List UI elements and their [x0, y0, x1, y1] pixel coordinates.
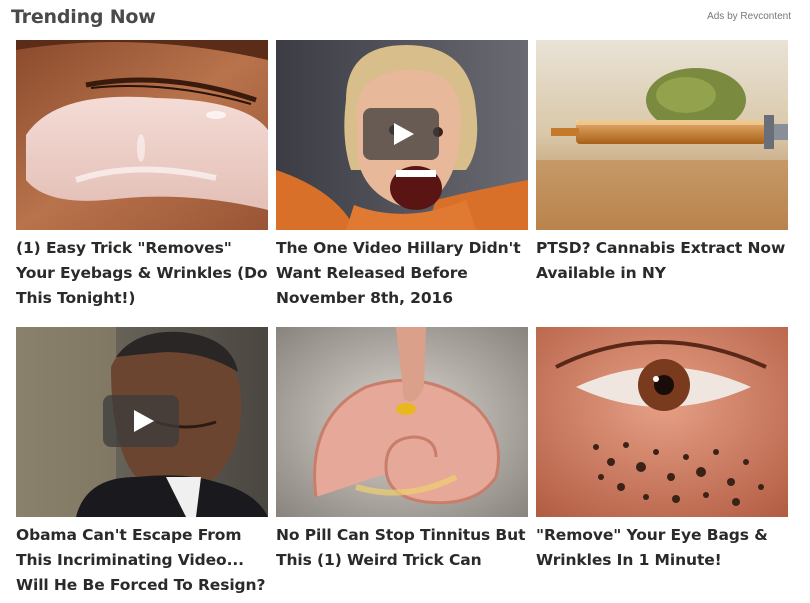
- ad-thumbnail[interactable]: [276, 40, 528, 230]
- play-video-button[interactable]: [103, 395, 179, 447]
- play-icon: [393, 123, 414, 145]
- ad-thumbnail[interactable]: [16, 40, 268, 230]
- ad-card[interactable]: "Remove" Your Eye Bags & Wrinkles In 1 M…: [536, 327, 788, 573]
- ad-headline[interactable]: Obama Can't Escape From This Incriminati…: [16, 523, 268, 598]
- widget-title: Trending Now: [11, 6, 156, 28]
- ad-card[interactable]: The One Video Hillary Didn't Want Releas…: [276, 40, 528, 311]
- ad-headline[interactable]: No Pill Can Stop Tinnitus But This (1) W…: [276, 523, 528, 573]
- ad-headline[interactable]: PTSD? Cannabis Extract Now Available in …: [536, 236, 788, 286]
- sponsor-label[interactable]: Ads by Revcontent: [707, 11, 791, 22]
- ad-card[interactable]: Obama Can't Escape From This Incriminati…: [16, 327, 268, 598]
- ad-thumbnail[interactable]: [536, 40, 788, 230]
- play-icon: [133, 410, 154, 432]
- ad-headline[interactable]: "Remove" Your Eye Bags & Wrinkles In 1 M…: [536, 523, 788, 573]
- ad-card[interactable]: No Pill Can Stop Tinnitus But This (1) W…: [276, 327, 528, 573]
- ad-card[interactable]: PTSD? Cannabis Extract Now Available in …: [536, 40, 788, 286]
- ad-card[interactable]: (1) Easy Trick "Removes" Your Eyebags & …: [16, 40, 268, 311]
- ad-thumbnail[interactable]: [536, 327, 788, 517]
- ad-thumbnail[interactable]: [16, 327, 268, 517]
- play-video-button[interactable]: [363, 108, 439, 160]
- ad-thumbnail[interactable]: [276, 327, 528, 517]
- ad-headline[interactable]: The One Video Hillary Didn't Want Releas…: [276, 236, 528, 311]
- ad-headline[interactable]: (1) Easy Trick "Removes" Your Eyebags & …: [16, 236, 268, 311]
